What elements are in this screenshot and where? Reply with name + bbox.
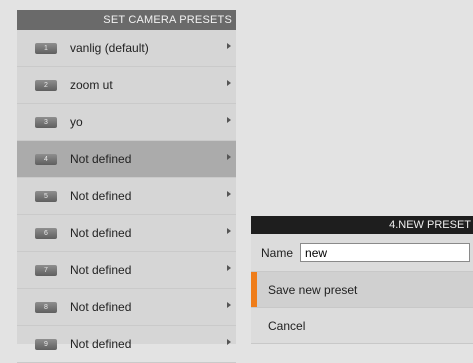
chevron-right-icon	[227, 43, 231, 49]
name-field-row: Name	[251, 234, 473, 272]
preset-item-3[interactable]: 3 yo	[17, 104, 236, 141]
chevron-right-icon	[227, 302, 231, 308]
preset-item-8[interactable]: 8 Not defined	[17, 289, 236, 326]
preset-item-1[interactable]: 1 vanlig (default)	[17, 30, 236, 67]
preset-item-label: Not defined	[70, 189, 132, 203]
presets-panel-title: SET CAMERA PRESETS	[17, 10, 236, 30]
preset-item-4[interactable]: 4 Not defined	[17, 141, 236, 178]
preset-item-5[interactable]: 5 Not defined	[17, 178, 236, 215]
preset-item-label: Not defined	[70, 263, 132, 277]
preset-item-7[interactable]: 7 Not defined	[17, 252, 236, 289]
preset-item-2[interactable]: 2 zoom ut	[17, 67, 236, 104]
preset-item-label: Not defined	[70, 152, 132, 166]
cancel-button[interactable]: Cancel	[251, 308, 473, 344]
preset-number-badge: 1	[35, 42, 57, 54]
preset-number-badge: 2	[35, 79, 57, 91]
camera-presets-panel: SET CAMERA PRESETS 1 vanlig (default) 2 …	[17, 10, 236, 363]
chevron-right-icon	[227, 339, 231, 345]
preset-number-badge: 4	[35, 153, 57, 165]
cancel-label: Cancel	[268, 318, 306, 333]
chevron-right-icon	[227, 80, 231, 86]
preset-number-badge: 5	[35, 190, 57, 202]
chevron-right-icon	[227, 191, 231, 197]
name-label: Name	[261, 245, 294, 260]
new-preset-dialog: 4.NEW PRESET Name Save new preset Cancel	[251, 216, 473, 344]
preset-item-label: yo	[70, 115, 83, 129]
preset-item-label: Not defined	[70, 300, 132, 314]
preset-number-badge: 7	[35, 264, 57, 276]
preset-item-label: zoom ut	[70, 78, 113, 92]
preset-number-badge: 3	[35, 116, 57, 128]
save-new-preset-label: Save new preset	[268, 282, 358, 297]
chevron-right-icon	[227, 265, 231, 271]
chevron-right-icon	[227, 228, 231, 234]
chevron-right-icon	[227, 154, 231, 160]
preset-number-badge: 6	[35, 227, 57, 239]
preset-number-badge: 9	[35, 338, 57, 350]
preset-item-label: vanlig (default)	[70, 41, 149, 55]
preset-name-input[interactable]	[300, 243, 471, 262]
preset-number-badge: 8	[35, 301, 57, 313]
preset-item-label: Not defined	[70, 226, 132, 240]
chevron-right-icon	[227, 117, 231, 123]
preset-item-6[interactable]: 6 Not defined	[17, 215, 236, 252]
preset-item-9[interactable]: 9 Not defined	[17, 326, 236, 363]
save-new-preset-button[interactable]: Save new preset	[251, 272, 473, 308]
preset-item-label: Not defined	[70, 337, 132, 351]
dialog-title: 4.NEW PRESET	[251, 216, 473, 234]
